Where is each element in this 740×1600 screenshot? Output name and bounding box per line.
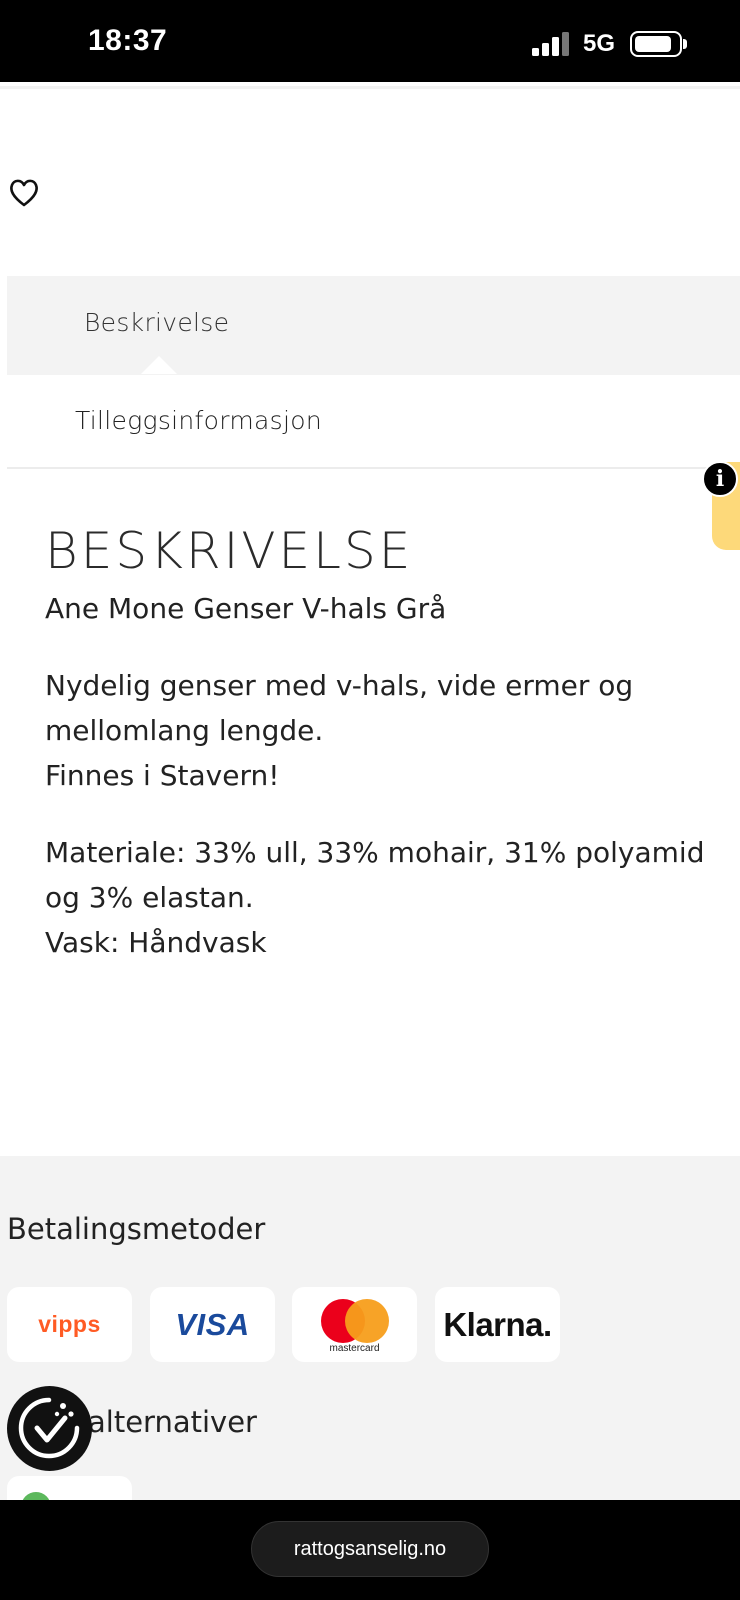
payment-klarna: Klarna. xyxy=(435,1287,560,1362)
battery-nub xyxy=(683,39,687,49)
payment-mastercard: mastercard xyxy=(292,1287,417,1362)
signal-icon xyxy=(532,32,569,56)
heart-outline-icon[interactable] xyxy=(8,178,40,208)
tab-tilleggsinformasjon[interactable]: Tilleggsinformasjon xyxy=(7,376,740,468)
visa-logo: VISA xyxy=(175,1306,250,1342)
payment-methods-heading: Betalingsmetoder xyxy=(7,1212,266,1246)
description-line: Nydelig genser med v-hals, vide ermer og… xyxy=(45,669,634,747)
url-bar[interactable]: rattogsanselig.no xyxy=(251,1521,489,1577)
tabs-divider xyxy=(7,467,740,469)
mastercard-label: mastercard xyxy=(329,1342,380,1354)
tab-label: Beskrivelse xyxy=(84,308,230,337)
payment-visa: VISA xyxy=(150,1287,275,1362)
active-tab-indicator xyxy=(141,356,177,374)
delivery-options-heading: alternativer xyxy=(88,1405,257,1439)
tab-beskrivelse[interactable]: Beskrivelse xyxy=(7,276,740,375)
material-paragraph: Materiale: 33% ull, 33% mohair, 31% poly… xyxy=(45,830,715,965)
description-heading: BESKRIVELSE xyxy=(45,522,414,580)
description-paragraph: Nydelig genser med v-hals, vide ermer og… xyxy=(45,663,715,798)
description-line: Finnes i Stavern! xyxy=(45,759,280,792)
network-label: 5G xyxy=(583,30,616,57)
status-time: 18:37 xyxy=(88,24,168,57)
vipps-logo: vipps xyxy=(38,1311,101,1337)
material-line: Materiale: 33% ull, 33% mohair, 31% poly… xyxy=(45,836,705,914)
payment-vipps: vipps xyxy=(7,1287,132,1362)
wash-line: Vask: Håndvask xyxy=(45,926,267,959)
tab-label: Tilleggsinformasjon xyxy=(75,406,322,435)
status-bar: 18:37 5G xyxy=(0,0,740,82)
product-name: Ane Mone Genser V-hals Grå xyxy=(45,592,447,625)
klarna-logo: Klarna. xyxy=(443,1305,552,1343)
header-divider xyxy=(0,86,740,89)
mastercard-logo: mastercard xyxy=(315,1293,395,1357)
cookie-consent-icon[interactable] xyxy=(7,1386,92,1471)
info-icon[interactable]: i xyxy=(702,461,738,497)
battery-icon xyxy=(630,31,682,57)
